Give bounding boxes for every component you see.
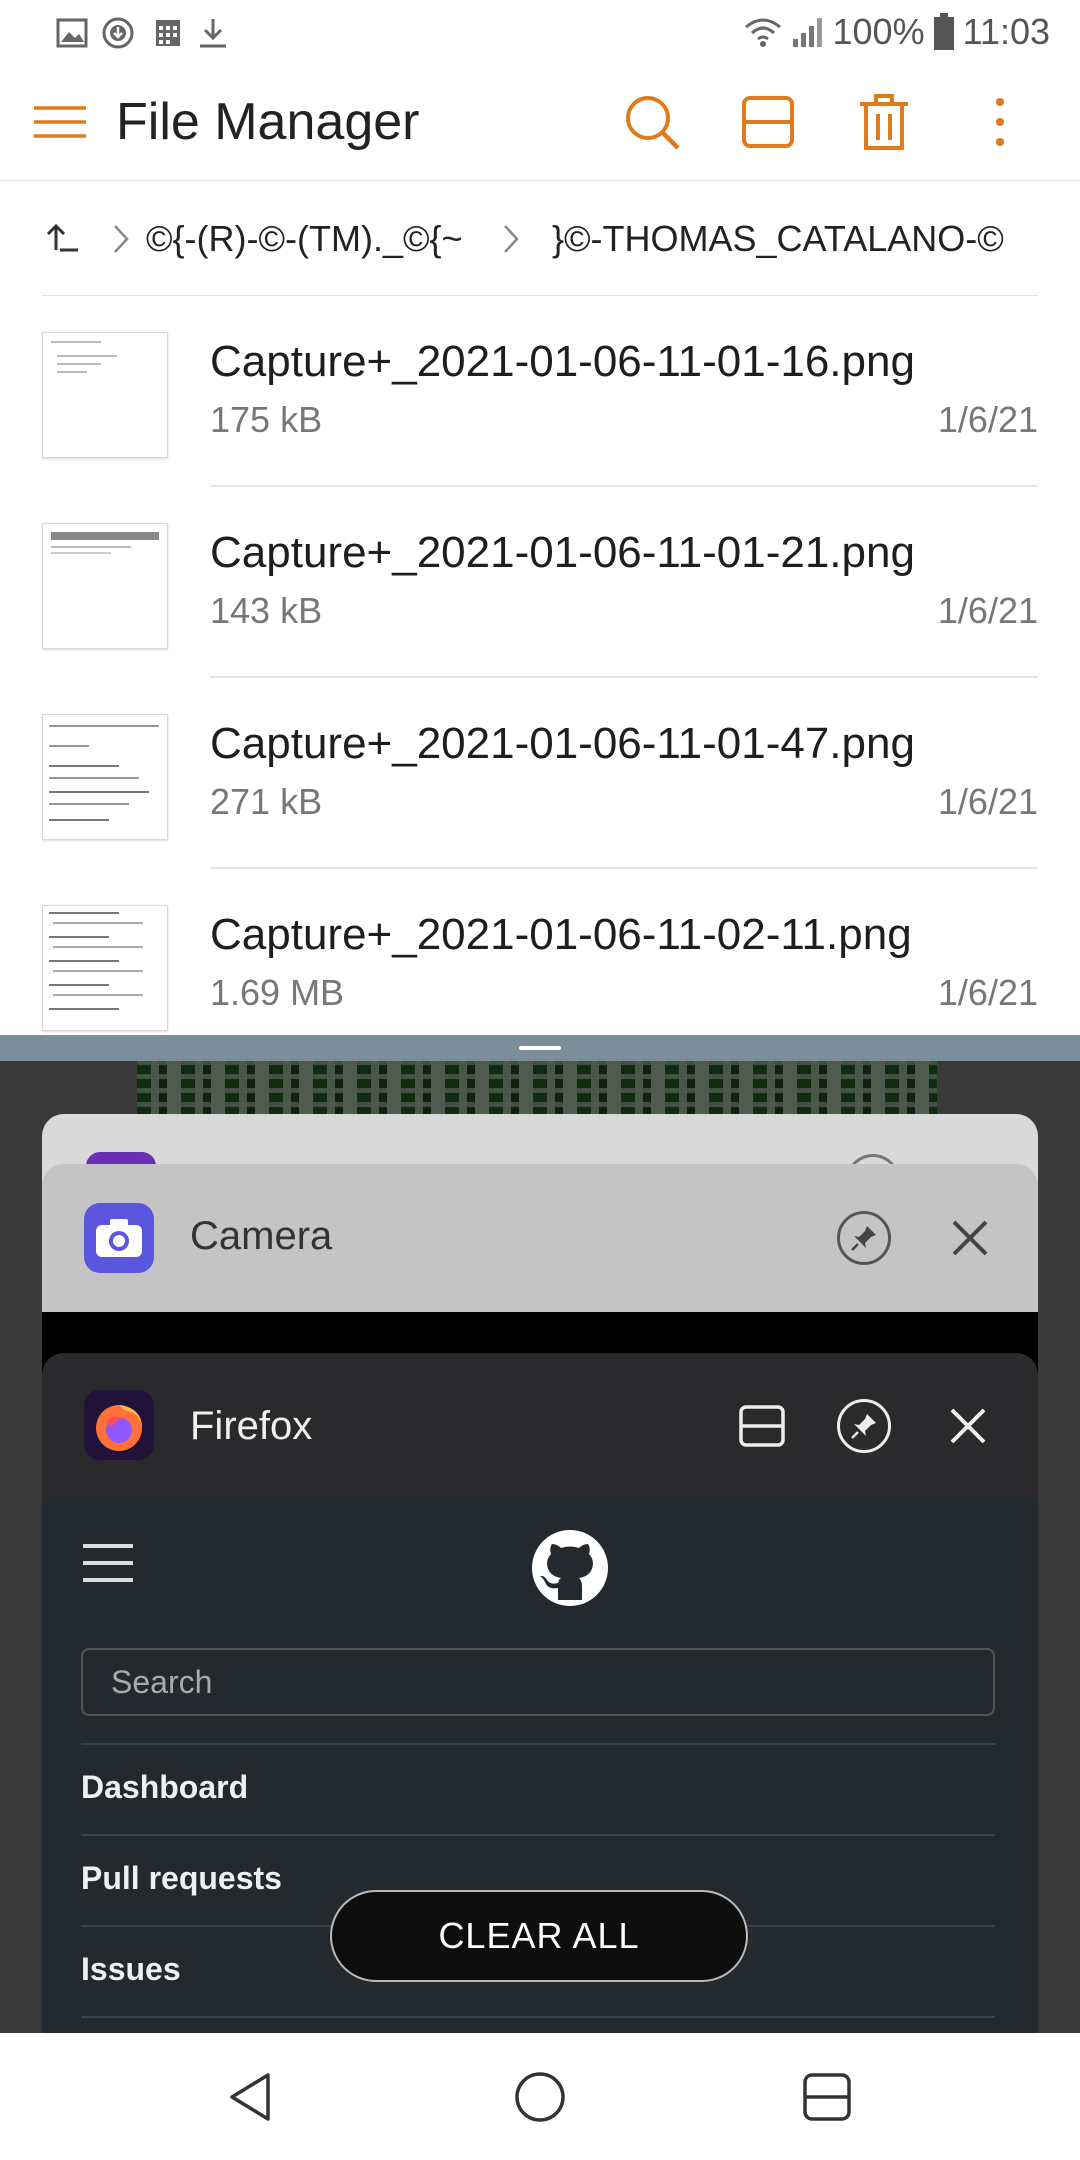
file-date: 1/6/21 xyxy=(937,399,1038,440)
home-icon[interactable] xyxy=(510,2067,570,2127)
file-thumbnail xyxy=(42,523,168,649)
pin-icon xyxy=(851,1414,876,1439)
back-icon[interactable] xyxy=(222,2067,282,2127)
divider xyxy=(210,867,1038,869)
close-icon[interactable] xyxy=(944,1402,992,1450)
file-size: 1.69 MB xyxy=(210,972,345,1013)
card-title: Firefox xyxy=(190,1404,313,1448)
recents-icon[interactable] xyxy=(797,2067,857,2127)
card-header: Camera xyxy=(42,1164,1038,1312)
file-name: Capture+_2021-01-06-11-01-21.png xyxy=(210,528,915,577)
search-input: Search xyxy=(81,1648,995,1716)
file-size: 175 kB xyxy=(210,399,323,440)
menu-icon[interactable] xyxy=(28,90,92,154)
search-placeholder: Search xyxy=(111,1664,213,1700)
status-bar: 100% 11:03 xyxy=(0,0,1080,64)
pin-button[interactable] xyxy=(837,1211,891,1265)
signal-icon xyxy=(792,18,822,47)
file-date: 1/6/21 xyxy=(937,972,1038,1013)
chevron-right-icon xyxy=(504,225,519,253)
chevron-right-icon xyxy=(114,225,129,253)
download-icon xyxy=(200,19,226,48)
image-icon xyxy=(56,18,88,48)
github-logo-icon xyxy=(532,1530,608,1606)
more-vert-icon[interactable] xyxy=(968,90,1032,154)
divider xyxy=(210,485,1038,487)
file-row[interactable]: Capture+_2021-01-06-11-01-21.png 143 kB … xyxy=(0,488,1080,678)
card-title: Camera xyxy=(190,1214,333,1258)
navigation-bar xyxy=(0,2033,1080,2160)
wifi-icon xyxy=(744,18,781,47)
search-icon[interactable] xyxy=(620,90,684,154)
nav-item-dashboard: Dashboard xyxy=(81,1743,995,1835)
file-name: Capture+_2021-01-06-11-01-47.png xyxy=(210,719,915,768)
download-circle-icon xyxy=(102,17,134,49)
pin-button[interactable] xyxy=(837,1399,891,1453)
file-row[interactable]: Capture+_2021-01-06-11-01-16.png 175 kB … xyxy=(0,297,1080,487)
nav-item-label: Issues xyxy=(81,1951,181,1987)
recent-apps: Camera Firefox Search Dashboard Pull req… xyxy=(0,1061,1080,2033)
file-size: 143 kB xyxy=(210,590,323,631)
status-right: 100% 11:03 xyxy=(743,10,1050,54)
split-view-icon[interactable] xyxy=(736,90,800,154)
battery-percent: 100% xyxy=(832,11,925,52)
firefox-app-icon xyxy=(84,1390,154,1460)
calendar-icon xyxy=(156,20,180,46)
file-row[interactable]: Capture+_2021-01-06-11-02-11.png 1.69 MB… xyxy=(0,870,1080,1060)
divider xyxy=(210,676,1038,678)
up-arrow-icon[interactable] xyxy=(46,220,80,254)
file-row[interactable]: Capture+_2021-01-06-11-01-47.png 271 kB … xyxy=(0,679,1080,869)
battery-icon xyxy=(933,13,954,50)
divider xyxy=(81,2016,995,2033)
file-thumbnail xyxy=(42,905,168,1031)
nav-item-label: Pull requests xyxy=(81,1860,282,1896)
file-thumbnail xyxy=(42,714,168,840)
card-header: Firefox xyxy=(42,1353,1038,1498)
split-handle[interactable] xyxy=(519,1046,561,1050)
divider xyxy=(42,295,1038,296)
file-thumbnail xyxy=(42,332,168,458)
app-title: File Manager xyxy=(116,93,420,151)
clear-all-button[interactable]: CLEAR ALL xyxy=(330,1890,748,1982)
split-screen-divider[interactable] xyxy=(0,1035,1080,1061)
trash-icon[interactable] xyxy=(852,90,916,154)
file-size: 271 kB xyxy=(210,781,323,822)
breadcrumb: ©{-(R)-©-(TM)._©{~ }©-THOMAS_CATALANO-© xyxy=(0,180,1080,296)
app-bar: File Manager xyxy=(0,64,1080,181)
split-view-icon[interactable] xyxy=(737,1401,787,1451)
close-icon[interactable] xyxy=(946,1214,994,1262)
file-date: 1/6/21 xyxy=(937,590,1038,631)
file-name: Capture+_2021-01-06-11-01-16.png xyxy=(210,337,915,386)
camera-app-icon xyxy=(84,1203,154,1273)
breadcrumb-item-current[interactable]: }©-THOMAS_CATALANO-© xyxy=(552,218,1004,260)
clock: 11:03 xyxy=(962,11,1050,52)
background-app-preview-overlay xyxy=(137,1061,937,1116)
hamburger-icon xyxy=(83,1544,133,1582)
pin-icon xyxy=(851,1226,876,1251)
breadcrumb-item[interactable]: ©{-(R)-©-(TM)._©{~ xyxy=(146,218,463,260)
file-name: Capture+_2021-01-06-11-02-11.png xyxy=(210,910,912,959)
file-date: 1/6/21 xyxy=(937,781,1038,822)
nav-item-label: Dashboard xyxy=(81,1769,249,1805)
